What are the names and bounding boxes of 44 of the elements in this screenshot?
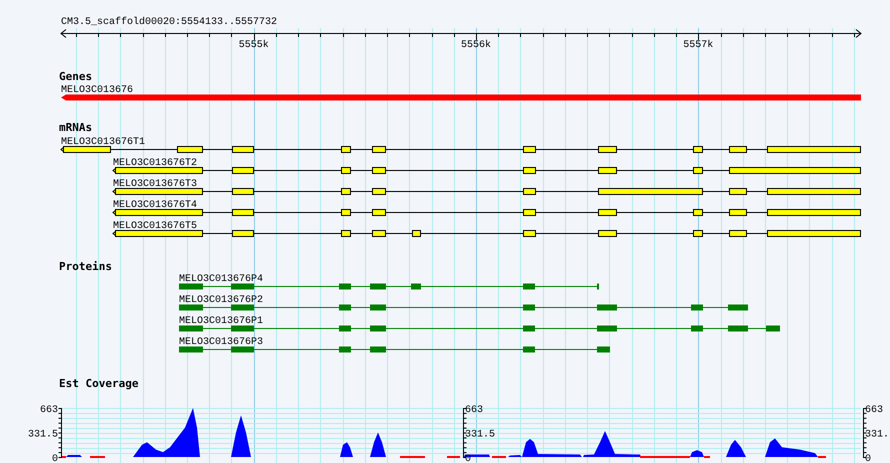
y-axis xyxy=(58,408,62,458)
axis-label: 663 xyxy=(865,405,884,416)
coverage-peak xyxy=(370,432,386,457)
feature-label: MELO3C013676T4 xyxy=(113,200,198,211)
coverage-peak xyxy=(690,450,704,457)
low-coverage-mark xyxy=(818,456,826,458)
low-coverage-mark xyxy=(400,456,425,458)
coverage-peak xyxy=(726,440,746,457)
feature-label: MELO3C013676T2 xyxy=(113,158,198,169)
low-coverage-mark xyxy=(492,456,506,458)
low-coverage-mark xyxy=(90,456,105,458)
tick-label: 5556k xyxy=(461,40,491,51)
axis-label: 331.5 xyxy=(465,430,496,440)
track-title: Genes xyxy=(59,70,92,83)
axis-label: 0 xyxy=(52,454,58,463)
low-coverage-mark xyxy=(640,456,690,458)
feature-label: MELO3C013676P1 xyxy=(179,316,264,327)
feature-label: MELO3C013676T5 xyxy=(113,221,198,232)
feature-label: MELO3C013676 xyxy=(61,85,134,96)
track-title: Est Coverage xyxy=(59,377,138,390)
coverage-peak xyxy=(231,415,251,457)
axis-label: 663 xyxy=(465,405,484,416)
low-coverage-mark xyxy=(447,456,460,458)
feature-label: MELO3C013676T1 xyxy=(61,137,146,148)
feature-label: MELO3C013676P2 xyxy=(179,295,264,306)
axis-label: 663 xyxy=(40,405,58,416)
coverage-peak xyxy=(765,438,818,457)
track-title: Proteins xyxy=(59,260,112,273)
y-axis xyxy=(863,408,867,458)
track-title: mRNAs xyxy=(59,121,92,134)
axis-label: 331.5 xyxy=(28,430,58,440)
feature-label: MELO3C013676P4 xyxy=(179,274,264,285)
coverage-peak xyxy=(133,408,200,457)
coverage-peak xyxy=(340,442,353,457)
y-axis xyxy=(463,408,467,458)
low-coverage-mark xyxy=(62,456,66,458)
ruler-label: CM3.5_scaffold00020:5554133..5557732 xyxy=(61,17,278,28)
feature-label: MELO3C013676P3 xyxy=(179,337,264,348)
feature-label: MELO3C013676T3 xyxy=(113,179,198,190)
tick-label: 5555k xyxy=(238,40,269,51)
axis-label: 331. xyxy=(865,430,890,440)
coverage-peak xyxy=(583,431,641,457)
low-coverage-mark xyxy=(704,456,710,458)
tick-label: 5557k xyxy=(683,40,714,51)
